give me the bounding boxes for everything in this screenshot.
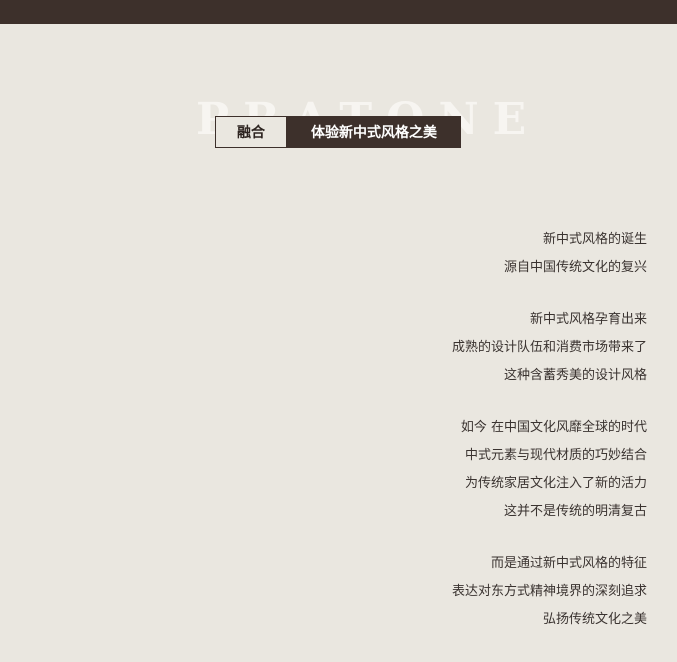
- stanza: 新中式风格的诞生 源自中国传统文化的复兴: [247, 226, 647, 282]
- section-label: 融合: [215, 116, 287, 148]
- poem-line: 这并不是传统的明清复古: [503, 504, 647, 519]
- poem-line: 新中式风格孕育出来: [529, 312, 647, 327]
- poem-line: 中式元素与现代材质的巧妙结合: [464, 448, 647, 463]
- poem-line: 源自中国传统文化的复兴: [503, 260, 647, 275]
- poem-line: 新中式风格的诞生: [542, 232, 647, 247]
- poem-line: 为传统家居文化注入了新的活力: [464, 476, 647, 491]
- stanza: 而是通过新中式风格的特征 表达对东方式精神境界的深刻追求 弘扬传统文化之美: [247, 550, 647, 634]
- poem-text: 新中式风格的诞生 源自中国传统文化的复兴 新中式风格孕育出来 成熟的设计队伍和消…: [247, 226, 647, 658]
- stanza: 如今 在中国文化风靡全球的时代 中式元素与现代材质的巧妙结合 为传统家居文化注入…: [247, 414, 647, 526]
- section-heading: 融合 体验新中式风格之美: [215, 116, 461, 148]
- poem-line: 而是通过新中式风格的特征: [490, 556, 647, 571]
- poem-line: 弘扬传统文化之美: [542, 612, 647, 627]
- top-bar: [0, 0, 677, 24]
- poem-line: 成熟的设计队伍和消费市场带来了: [451, 340, 647, 355]
- section-title: 体验新中式风格之美: [287, 116, 461, 148]
- poem-line: 如今 在中国文化风靡全球的时代: [460, 420, 647, 435]
- stanza: 新中式风格孕育出来 成熟的设计队伍和消费市场带来了 这种含蓄秀美的设计风格: [247, 306, 647, 390]
- poem-line: 表达对东方式精神境界的深刻追求: [451, 584, 647, 599]
- poem-line: 这种含蓄秀美的设计风格: [503, 368, 647, 383]
